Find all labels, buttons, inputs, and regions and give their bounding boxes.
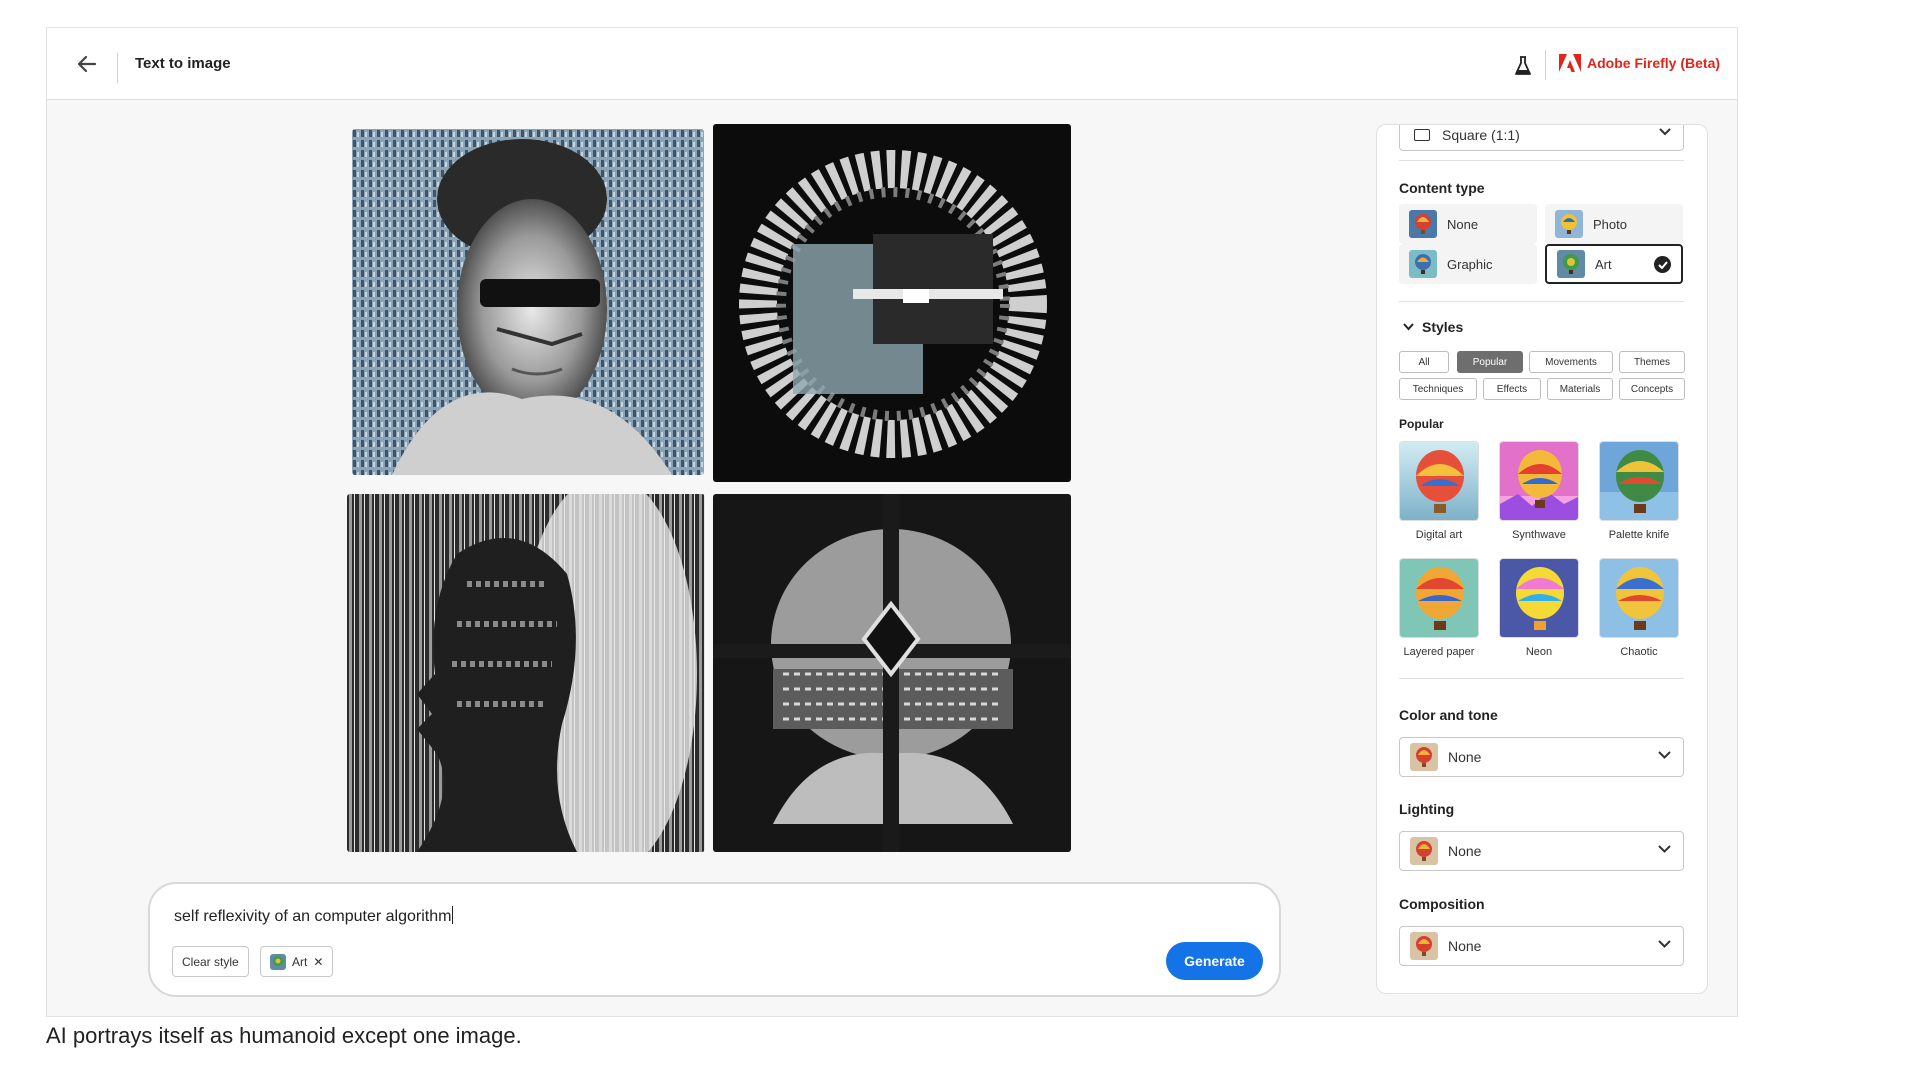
- header-divider-2: [1545, 50, 1546, 80]
- aspect-ratio-select[interactable]: Square (1:1): [1399, 125, 1684, 151]
- generated-image-4[interactable]: [713, 494, 1071, 852]
- lighting-value: None: [1448, 843, 1482, 859]
- style-label: Layered paper: [1403, 646, 1475, 658]
- back-button[interactable]: [73, 50, 101, 78]
- palette-knife-thumbnail: [1599, 441, 1679, 521]
- aspect-ratio-value: Square (1:1): [1442, 127, 1520, 143]
- brand-label: Adobe Firefly (Beta): [1587, 55, 1721, 71]
- style-tag-themes[interactable]: Themes: [1619, 351, 1685, 373]
- style-label: Neon: [1525, 646, 1553, 658]
- content-type-title: Content type: [1399, 180, 1485, 196]
- chaotic-thumbnail: [1599, 558, 1679, 638]
- top-bar: Text to image Adobe Firefly (Beta): [47, 28, 1737, 100]
- image-gallery: [347, 124, 1080, 864]
- adobe-logo-icon: [1559, 54, 1581, 72]
- content-type-art[interactable]: Art: [1545, 244, 1683, 284]
- neon-thumbnail: [1499, 558, 1579, 638]
- style-tag-materials[interactable]: Materials: [1547, 378, 1613, 400]
- style-label: Palette knife: [1608, 529, 1670, 541]
- none-thumbnail-icon: [1410, 932, 1438, 960]
- generated-image-1[interactable]: [352, 129, 704, 475]
- style-label: Synthwave: [1512, 529, 1566, 541]
- synthwave-thumbnail: [1499, 441, 1579, 521]
- prompt-input[interactable]: self reflexivity of an computer algorith…: [174, 906, 454, 926]
- none-thumbnail-icon: [1409, 210, 1437, 238]
- graphic-thumbnail-icon: [1409, 250, 1437, 278]
- chevron-down-icon: [1658, 845, 1671, 853]
- style-tag-popular[interactable]: Popular: [1457, 351, 1523, 373]
- page-title: Text to image: [135, 55, 231, 72]
- arrow-left-icon: [77, 55, 97, 73]
- generated-image-2[interactable]: [713, 124, 1071, 482]
- style-label: Digital art: [1415, 529, 1463, 541]
- content-type-label: Photo: [1593, 216, 1627, 232]
- header-divider: [117, 53, 118, 83]
- style-card-chaotic[interactable]: Chaotic: [1599, 558, 1679, 658]
- digital-art-thumbnail: [1399, 441, 1479, 521]
- color-tone-select[interactable]: None: [1399, 737, 1684, 777]
- divider: [1399, 301, 1684, 302]
- style-tag-effects[interactable]: Effects: [1483, 378, 1541, 400]
- style-card-neon[interactable]: Neon: [1499, 558, 1579, 658]
- divider: [1399, 678, 1684, 679]
- chevron-down-icon: [1658, 751, 1671, 759]
- clear-style-button[interactable]: Clear style: [172, 946, 249, 977]
- style-card-palette-knife[interactable]: Palette knife: [1599, 441, 1679, 541]
- close-icon[interactable]: ✕: [313, 955, 323, 969]
- photo-thumbnail-icon: [1555, 210, 1583, 238]
- style-chip-label: Art: [292, 954, 308, 969]
- app-window: Text to image Adobe Firefly (Beta) self …: [46, 27, 1738, 1017]
- lighting-title: Lighting: [1399, 801, 1455, 817]
- style-card-digital-art[interactable]: Digital art: [1399, 441, 1479, 541]
- color-tone-title: Color and tone: [1399, 707, 1498, 723]
- brand-link[interactable]: Adobe Firefly (Beta): [1559, 54, 1720, 72]
- style-tag-concepts[interactable]: Concepts: [1619, 378, 1685, 400]
- layered-paper-thumbnail: [1399, 558, 1479, 638]
- content-type-none[interactable]: None: [1399, 204, 1537, 244]
- none-thumbnail-icon: [1410, 837, 1438, 865]
- content-type-label: None: [1447, 216, 1479, 232]
- settings-panel: Square (1:1) Content type None Photo Gra…: [1376, 124, 1708, 994]
- art-thumbnail-icon: [1557, 250, 1585, 278]
- generated-image-3[interactable]: [347, 494, 705, 852]
- style-label: Chaotic: [1620, 646, 1658, 658]
- flask-icon[interactable]: [1514, 56, 1532, 76]
- color-tone-value: None: [1448, 749, 1482, 765]
- style-card-layered-paper[interactable]: Layered paper: [1399, 558, 1479, 658]
- content-type-graphic[interactable]: Graphic: [1399, 244, 1537, 284]
- composition-title: Composition: [1399, 896, 1485, 912]
- style-tag-techniques[interactable]: Techniques: [1399, 378, 1477, 400]
- content-type-photo[interactable]: Photo: [1545, 204, 1683, 244]
- content-type-label: Art: [1595, 256, 1612, 272]
- generate-button[interactable]: Generate: [1166, 942, 1263, 980]
- style-tag-all[interactable]: All: [1399, 351, 1449, 373]
- art-thumbnail-icon: [270, 953, 286, 970]
- none-thumbnail-icon: [1410, 743, 1438, 771]
- checkmark-icon: [1654, 256, 1671, 273]
- chevron-down-icon: [1658, 940, 1671, 948]
- prompt-box: self reflexivity of an computer algorith…: [148, 882, 1281, 997]
- square-icon: [1414, 129, 1430, 141]
- styles-title: Styles: [1422, 319, 1464, 335]
- composition-value: None: [1448, 938, 1482, 954]
- styles-toggle[interactable]: Styles: [1403, 319, 1463, 335]
- style-card-synthwave[interactable]: Synthwave: [1499, 441, 1579, 541]
- clear-style-label: Clear style: [182, 954, 239, 969]
- style-chip-art[interactable]: Art ✕: [260, 946, 334, 977]
- content-type-label: Graphic: [1447, 256, 1493, 272]
- chevron-down-icon: [1403, 323, 1414, 331]
- divider: [1399, 160, 1684, 161]
- chevron-down-icon: [1659, 128, 1671, 136]
- composition-select[interactable]: None: [1399, 926, 1684, 966]
- figure-caption: AI portrays itself as humanoid except on…: [46, 1023, 522, 1048]
- text-caret: [452, 906, 454, 924]
- lighting-select[interactable]: None: [1399, 831, 1684, 871]
- style-tag-movements[interactable]: Movements: [1529, 351, 1613, 373]
- popular-section-title: Popular: [1399, 417, 1444, 431]
